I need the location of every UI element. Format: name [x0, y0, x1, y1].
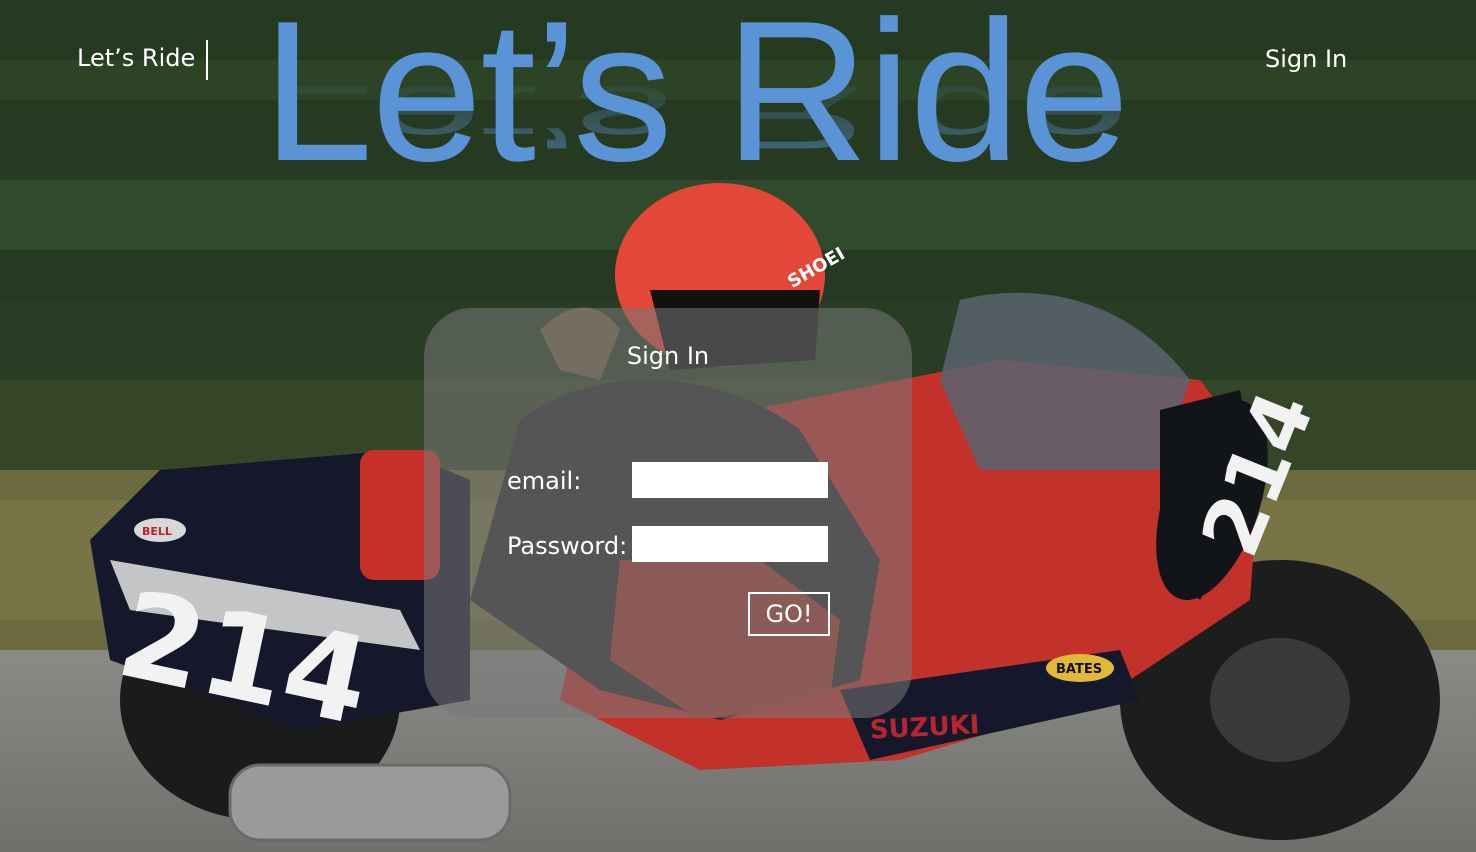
- nav-sign-in-link[interactable]: Sign In: [1265, 43, 1347, 75]
- email-field[interactable]: [632, 462, 828, 498]
- sign-in-title: Sign In: [626, 342, 710, 370]
- nav-divider: [206, 40, 208, 80]
- go-button[interactable]: GO!: [748, 592, 830, 636]
- sign-in-card: Sign In email: Password: GO!: [424, 308, 912, 718]
- hero-title-block: Let’s Ride Let’s Ride: [262, 0, 1222, 252]
- hero-title-reflection: Let’s Ride: [262, 67, 1128, 168]
- nav-brand-link[interactable]: Let’s Ride: [77, 42, 195, 74]
- password-field[interactable]: [632, 526, 828, 562]
- fork-badge: BATES: [1056, 662, 1102, 677]
- email-label: email:: [507, 467, 582, 495]
- fairing-brand: SUZUKI: [869, 710, 980, 746]
- password-label: Password:: [507, 532, 628, 560]
- page: 214 214 SHOEI SUZUKI BELL BATES Let’s Ri…: [0, 0, 1476, 852]
- tail-badge: BELL: [142, 525, 172, 538]
